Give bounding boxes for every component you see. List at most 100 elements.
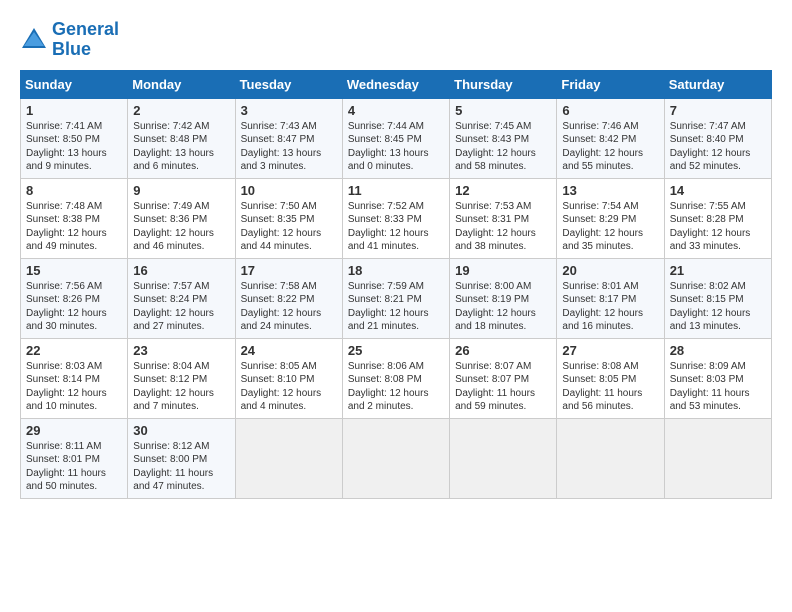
day-number: 7 [670,103,766,118]
calendar-week-row: 22Sunrise: 8:03 AMSunset: 8:14 PMDayligh… [21,338,772,418]
day-number: 28 [670,343,766,358]
cell-content: Sunrise: 8:07 AMSunset: 8:07 PMDaylight:… [455,360,551,414]
day-number: 20 [562,263,658,278]
calendar-cell: 25Sunrise: 8:06 AMSunset: 8:08 PMDayligh… [342,338,449,418]
calendar-cell: 7 Sunrise: 7:47 AMSunset: 8:40 PMDaylight… [664,98,771,178]
weekday-header: Tuesday [235,70,342,98]
calendar-week-row: 29 Sunrise: 8:11 AMSunset: 8:01 PMDayligh… [21,418,772,498]
day-number: 30 [133,423,229,438]
day-number: 1 [26,103,122,118]
cell-content: Sunrise: 8:08 AMSunset: 8:05 PMDaylight:… [562,360,658,414]
day-number: 4 [348,103,444,118]
calendar-cell: 27Sunrise: 8:08 AMSunset: 8:05 PMDayligh… [557,338,664,418]
calendar-cell: 28 Sunrise: 8:09 AMSunset: 8:03 PMDayligh… [664,338,771,418]
day-number: 2 [133,103,229,118]
calendar-cell: 24Sunrise: 8:05 AMSunset: 8:10 PMDayligh… [235,338,342,418]
weekday-header: Saturday [664,70,771,98]
calendar-cell: 14Sunrise: 7:55 AMSunset: 8:28 PMDayligh… [664,178,771,258]
calendar-cell: 8 Sunrise: 7:48 AMSunset: 8:38 PMDaylight… [21,178,128,258]
cell-content: Sunrise: 8:09 AMSunset: 8:03 PMDaylight:… [670,360,766,414]
calendar-table: SundayMondayTuesdayWednesdayThursdayFrid… [20,70,772,499]
page-header: General Blue [20,20,772,60]
calendar-cell [342,418,449,498]
day-number: 16 [133,263,229,278]
weekday-header: Sunday [21,70,128,98]
day-number: 13 [562,183,658,198]
calendar-cell: 16 Sunrise: 7:57 AMSunset: 8:24 PMDayligh… [128,258,235,338]
logo-icon [20,26,48,54]
cell-content: Sunrise: 7:55 AMSunset: 8:28 PMDaylight:… [670,200,766,254]
cell-content: Sunrise: 8:01 AMSunset: 8:17 PMDaylight:… [562,280,658,334]
cell-content: Sunrise: 7:42 AMSunset: 8:48 PMDaylight:… [133,120,229,174]
day-number: 8 [26,183,122,198]
calendar-week-row: 8 Sunrise: 7:48 AMSunset: 8:38 PMDaylight… [21,178,772,258]
calendar-cell [235,418,342,498]
day-number: 23 [133,343,229,358]
cell-content: Sunrise: 7:44 AMSunset: 8:45 PMDaylight:… [348,120,444,174]
weekday-header-row: SundayMondayTuesdayWednesdayThursdayFrid… [21,70,772,98]
weekday-header: Wednesday [342,70,449,98]
day-number: 3 [241,103,337,118]
day-number: 17 [241,263,337,278]
calendar-cell: 11 Sunrise: 7:52 AMSunset: 8:33 PMDayligh… [342,178,449,258]
calendar-cell: 29 Sunrise: 8:11 AMSunset: 8:01 PMDayligh… [21,418,128,498]
cell-content: Sunrise: 7:43 AMSunset: 8:47 PMDaylight:… [241,120,337,174]
weekday-header: Friday [557,70,664,98]
day-number: 6 [562,103,658,118]
cell-content: Sunrise: 8:11 AMSunset: 8:01 PMDaylight:… [26,440,122,494]
calendar-cell: 13Sunrise: 7:54 AMSunset: 8:29 PMDayligh… [557,178,664,258]
day-number: 24 [241,343,337,358]
day-number: 19 [455,263,551,278]
calendar-cell: 15 Sunrise: 7:56 AMSunset: 8:26 PMDayligh… [21,258,128,338]
calendar-week-row: 15 Sunrise: 7:56 AMSunset: 8:26 PMDayligh… [21,258,772,338]
weekday-header: Monday [128,70,235,98]
cell-content: Sunrise: 8:03 AMSunset: 8:14 PMDaylight:… [26,360,122,414]
cell-content: Sunrise: 7:50 AMSunset: 8:35 PMDaylight:… [241,200,337,254]
calendar-cell: 18Sunrise: 7:59 AMSunset: 8:21 PMDayligh… [342,258,449,338]
calendar-cell: 6 Sunrise: 7:46 AMSunset: 8:42 PMDaylight… [557,98,664,178]
calendar-cell: 10Sunrise: 7:50 AMSunset: 8:35 PMDayligh… [235,178,342,258]
day-number: 25 [348,343,444,358]
cell-content: Sunrise: 7:45 AMSunset: 8:43 PMDaylight:… [455,120,551,174]
calendar-cell: 30Sunrise: 8:12 AMSunset: 8:00 PMDayligh… [128,418,235,498]
calendar-cell: 17 Sunrise: 7:58 AMSunset: 8:22 PMDayligh… [235,258,342,338]
day-number: 9 [133,183,229,198]
cell-content: Sunrise: 7:56 AMSunset: 8:26 PMDaylight:… [26,280,122,334]
calendar-cell: 1 Sunrise: 7:41 AMSunset: 8:50 PMDaylight… [21,98,128,178]
logo: General Blue [20,20,119,60]
cell-content: Sunrise: 7:48 AMSunset: 8:38 PMDaylight:… [26,200,122,254]
day-number: 5 [455,103,551,118]
cell-content: Sunrise: 7:47 AMSunset: 8:40 PMDaylight:… [670,120,766,174]
cell-content: Sunrise: 8:02 AMSunset: 8:15 PMDaylight:… [670,280,766,334]
cell-content: Sunrise: 7:46 AMSunset: 8:42 PMDaylight:… [562,120,658,174]
calendar-cell: 19 Sunrise: 8:00 AMSunset: 8:19 PMDayligh… [450,258,557,338]
calendar-cell: 23 Sunrise: 8:04 AMSunset: 8:12 PMDayligh… [128,338,235,418]
day-number: 21 [670,263,766,278]
weekday-header: Thursday [450,70,557,98]
cell-content: Sunrise: 7:59 AMSunset: 8:21 PMDaylight:… [348,280,444,334]
calendar-cell: 22Sunrise: 8:03 AMSunset: 8:14 PMDayligh… [21,338,128,418]
calendar-cell: 21 Sunrise: 8:02 AMSunset: 8:15 PMDayligh… [664,258,771,338]
calendar-cell: 20 Sunrise: 8:01 AMSunset: 8:17 PMDayligh… [557,258,664,338]
cell-content: Sunrise: 7:57 AMSunset: 8:24 PMDaylight:… [133,280,229,334]
day-number: 26 [455,343,551,358]
cell-content: Sunrise: 7:52 AMSunset: 8:33 PMDaylight:… [348,200,444,254]
calendar-week-row: 1 Sunrise: 7:41 AMSunset: 8:50 PMDaylight… [21,98,772,178]
day-number: 11 [348,183,444,198]
day-number: 29 [26,423,122,438]
calendar-cell [664,418,771,498]
cell-content: Sunrise: 8:00 AMSunset: 8:19 PMDaylight:… [455,280,551,334]
calendar-cell: 3 Sunrise: 7:43 AMSunset: 8:47 PMDaylight… [235,98,342,178]
calendar-cell: 26 Sunrise: 8:07 AMSunset: 8:07 PMDayligh… [450,338,557,418]
cell-content: Sunrise: 7:58 AMSunset: 8:22 PMDaylight:… [241,280,337,334]
calendar-cell: 2 Sunrise: 7:42 AMSunset: 8:48 PMDaylight… [128,98,235,178]
calendar-cell: 9 Sunrise: 7:49 AMSunset: 8:36 PMDaylight… [128,178,235,258]
cell-content: Sunrise: 7:53 AMSunset: 8:31 PMDaylight:… [455,200,551,254]
cell-content: Sunrise: 8:04 AMSunset: 8:12 PMDaylight:… [133,360,229,414]
logo-text: General Blue [52,20,119,60]
day-number: 15 [26,263,122,278]
cell-content: Sunrise: 7:49 AMSunset: 8:36 PMDaylight:… [133,200,229,254]
calendar-cell: 12Sunrise: 7:53 AMSunset: 8:31 PMDayligh… [450,178,557,258]
calendar-cell [557,418,664,498]
cell-content: Sunrise: 7:41 AMSunset: 8:50 PMDaylight:… [26,120,122,174]
